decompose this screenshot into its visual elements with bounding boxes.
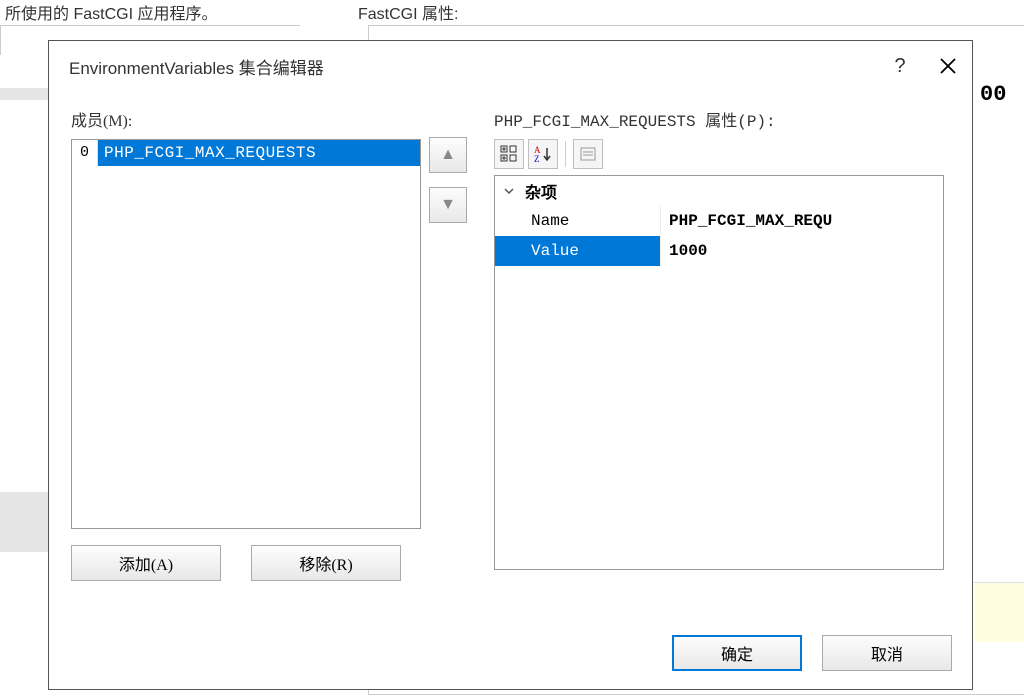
move-down-button[interactable]: ▼ [429,187,467,223]
members-pane: 成员(M): 0 PHP_FCGI_MAX_REQUESTS [71,107,436,529]
member-action-buttons: 添加(A) 移除(R) [71,545,401,581]
property-name-value[interactable]: PHP_FCGI_MAX_REQU [660,206,943,236]
close-button[interactable] [924,41,972,91]
help-button[interactable]: ? [876,41,924,91]
property-row-name[interactable]: Name PHP_FCGI_MAX_REQU [495,206,943,236]
property-toolbar: A Z [494,137,944,171]
property-value-value[interactable]: 1000 [660,236,943,266]
remove-button[interactable]: 移除(R) [251,545,401,581]
property-pages-icon [579,145,597,163]
chevron-down-icon[interactable] [501,183,517,199]
move-up-button[interactable]: ▲ [429,137,467,173]
close-icon [939,57,957,75]
bg-text-fastcgi-app: 所使用的 FastCGI 应用程序。 [5,0,217,24]
reorder-buttons: ▲ ▼ [429,137,467,223]
bg-gray-strip [0,88,48,100]
property-row-value[interactable]: Value 1000 [495,236,943,266]
dialog-title: EnvironmentVariables 集合编辑器 [69,54,324,79]
properties-label: PHP_FCGI_MAX_REQUESTS 属性(P): [494,107,944,131]
bg-text-fastcgi-props: FastCGI 属性: [358,0,458,24]
toolbar-separator [565,141,566,167]
property-pages-button[interactable] [573,139,603,169]
cancel-button[interactable]: 取消 [822,635,952,671]
member-item[interactable]: 0 PHP_FCGI_MAX_REQUESTS [72,140,420,166]
svg-text:Z: Z [534,154,540,163]
categorized-button[interactable] [494,139,524,169]
members-listbox[interactable]: 0 PHP_FCGI_MAX_REQUESTS [71,139,421,529]
property-name-label: Name [495,206,660,236]
dialog-footer-buttons: 确定 取消 [672,635,952,671]
property-value-label: Value [495,236,660,266]
bg-gray-strip-2 [0,492,48,552]
add-button[interactable]: 添加(A) [71,545,221,581]
member-name: PHP_FCGI_MAX_REQUESTS [98,140,420,166]
collection-editor-dialog: EnvironmentVariables 集合编辑器 ? 成员(M): 0 PH… [48,40,973,690]
ok-button[interactable]: 确定 [672,635,802,671]
categorized-icon [500,145,518,163]
bg-partial-value: 00 [980,82,1006,107]
member-index: 0 [72,140,98,166]
alphabetical-icon: A Z [534,145,552,163]
members-label: 成员(M): [71,107,436,131]
arrow-up-icon: ▲ [440,146,456,164]
alphabetical-button[interactable]: A Z [528,139,558,169]
bg-yellow-strip [974,582,1024,642]
property-grid[interactable]: 杂项 Name PHP_FCGI_MAX_REQU Value 1000 [494,175,944,570]
category-label: 杂项 [525,179,557,203]
property-category[interactable]: 杂项 [495,176,943,206]
dialog-titlebar: EnvironmentVariables 集合编辑器 ? [49,41,972,91]
dialog-body: 成员(M): 0 PHP_FCGI_MAX_REQUESTS ▲ ▼ PHP_F… [49,91,972,689]
properties-pane: PHP_FCGI_MAX_REQUESTS 属性(P): A [494,107,944,570]
arrow-down-icon: ▼ [440,196,456,214]
